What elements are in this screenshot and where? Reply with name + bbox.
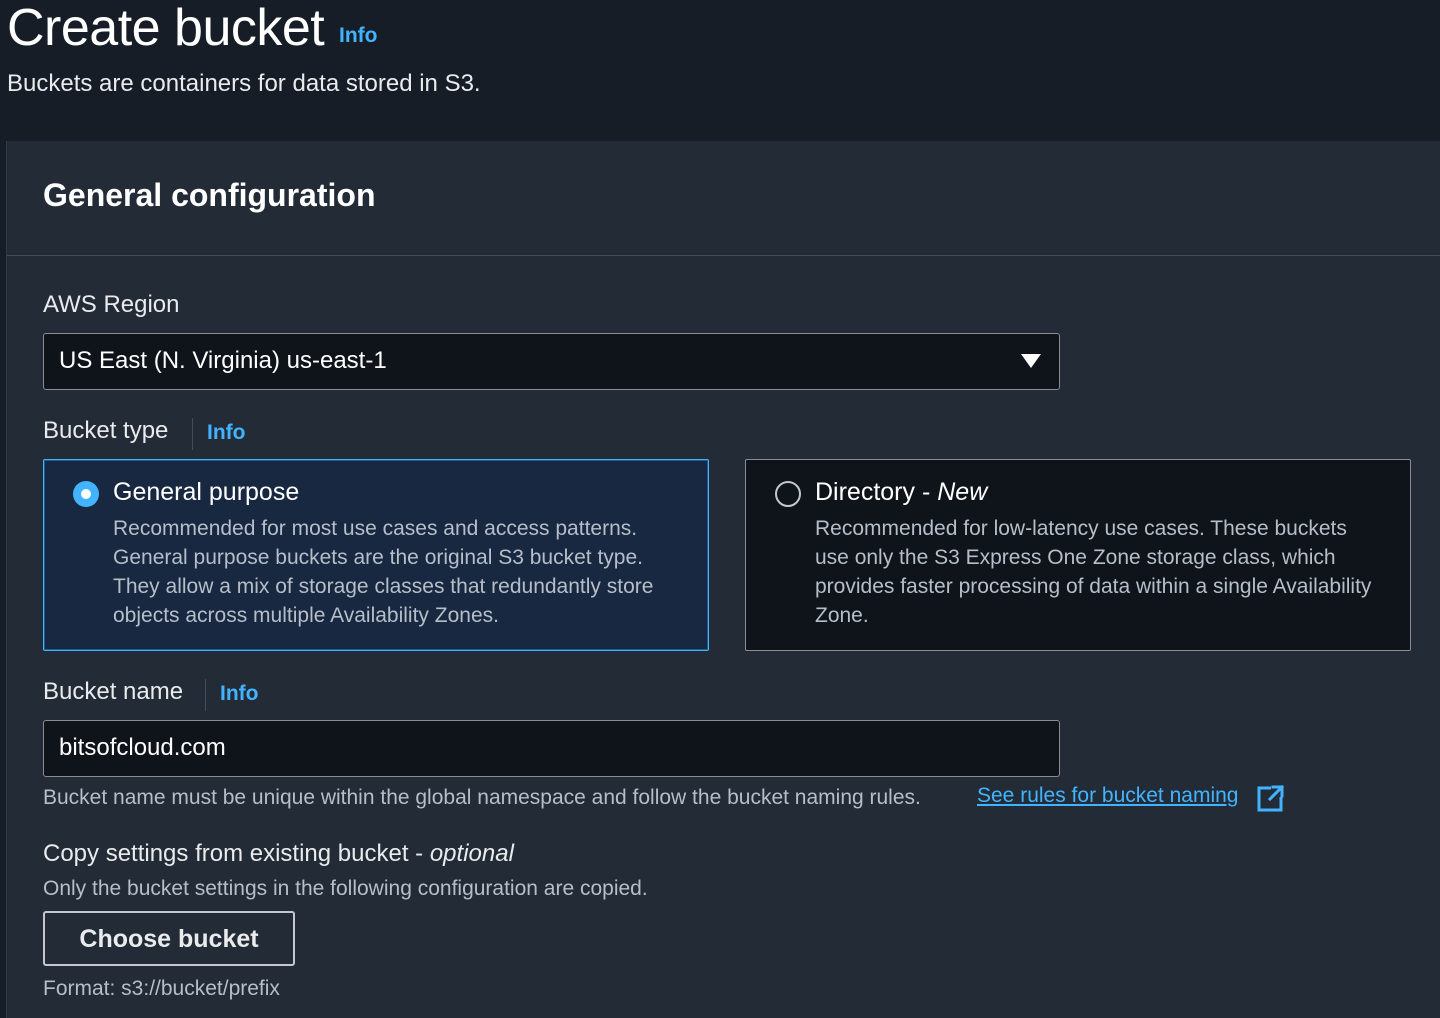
bucket-name-input[interactable]: bitsofcloud.com [43, 720, 1060, 777]
copy-settings-description: Only the bucket settings in the followin… [43, 877, 648, 900]
page-title: Create bucket [7, 0, 325, 57]
radio-general-purpose[interactable] [73, 481, 99, 507]
bucket-type-label: Bucket type [43, 417, 169, 444]
region-select-value: US East (N. Virginia) us-east-1 [59, 347, 387, 374]
external-link-icon[interactable] [1257, 784, 1285, 812]
bucket-naming-rules-link[interactable]: See rules for bucket naming [977, 784, 1238, 808]
tile-directory-title: Directory - New [815, 478, 988, 506]
choose-bucket-button[interactable]: Choose bucket [43, 911, 295, 966]
radio-directory[interactable] [775, 481, 801, 507]
tile-directory[interactable]: Directory - New Recommended for low-late… [745, 459, 1411, 651]
panel-title: General configuration [43, 177, 376, 213]
panel-header: General configuration [7, 141, 1440, 256]
format-hint: Format: s3://bucket/prefix [43, 977, 280, 1000]
region-select[interactable]: US East (N. Virginia) us-east-1 [43, 333, 1060, 390]
label-divider [205, 679, 206, 711]
tile-general-purpose-description: Recommended for most use cases and acces… [113, 517, 654, 627]
bucket-name-info-link[interactable]: Info [220, 682, 258, 706]
copy-settings-label: Copy settings from existing bucket - opt… [43, 840, 514, 867]
bucket-name-label: Bucket name [43, 678, 184, 705]
tile-general-purpose[interactable]: General purpose Recommended for most use… [43, 459, 709, 651]
label-divider [192, 418, 193, 450]
general-configuration-panel: General configuration AWS Region US East… [6, 141, 1440, 1018]
tile-directory-description: Recommended for low-latency use cases. T… [815, 517, 1372, 627]
page-header: Create bucket Info Buckets are container… [0, 0, 1440, 141]
title-info-link[interactable]: Info [339, 24, 377, 48]
new-badge: New [937, 478, 988, 506]
region-label: AWS Region [43, 291, 180, 318]
bucket-type-info-link[interactable]: Info [207, 421, 245, 445]
bucket-name-hint: Bucket name must be unique within the gl… [43, 786, 921, 809]
bucket-name-input-value: bitsofcloud.com [59, 734, 226, 761]
tile-general-purpose-title: General purpose [113, 478, 300, 506]
page-description: Buckets are containers for data stored i… [7, 70, 481, 97]
caret-down-icon [1021, 354, 1041, 368]
optional-label: optional [429, 840, 514, 867]
